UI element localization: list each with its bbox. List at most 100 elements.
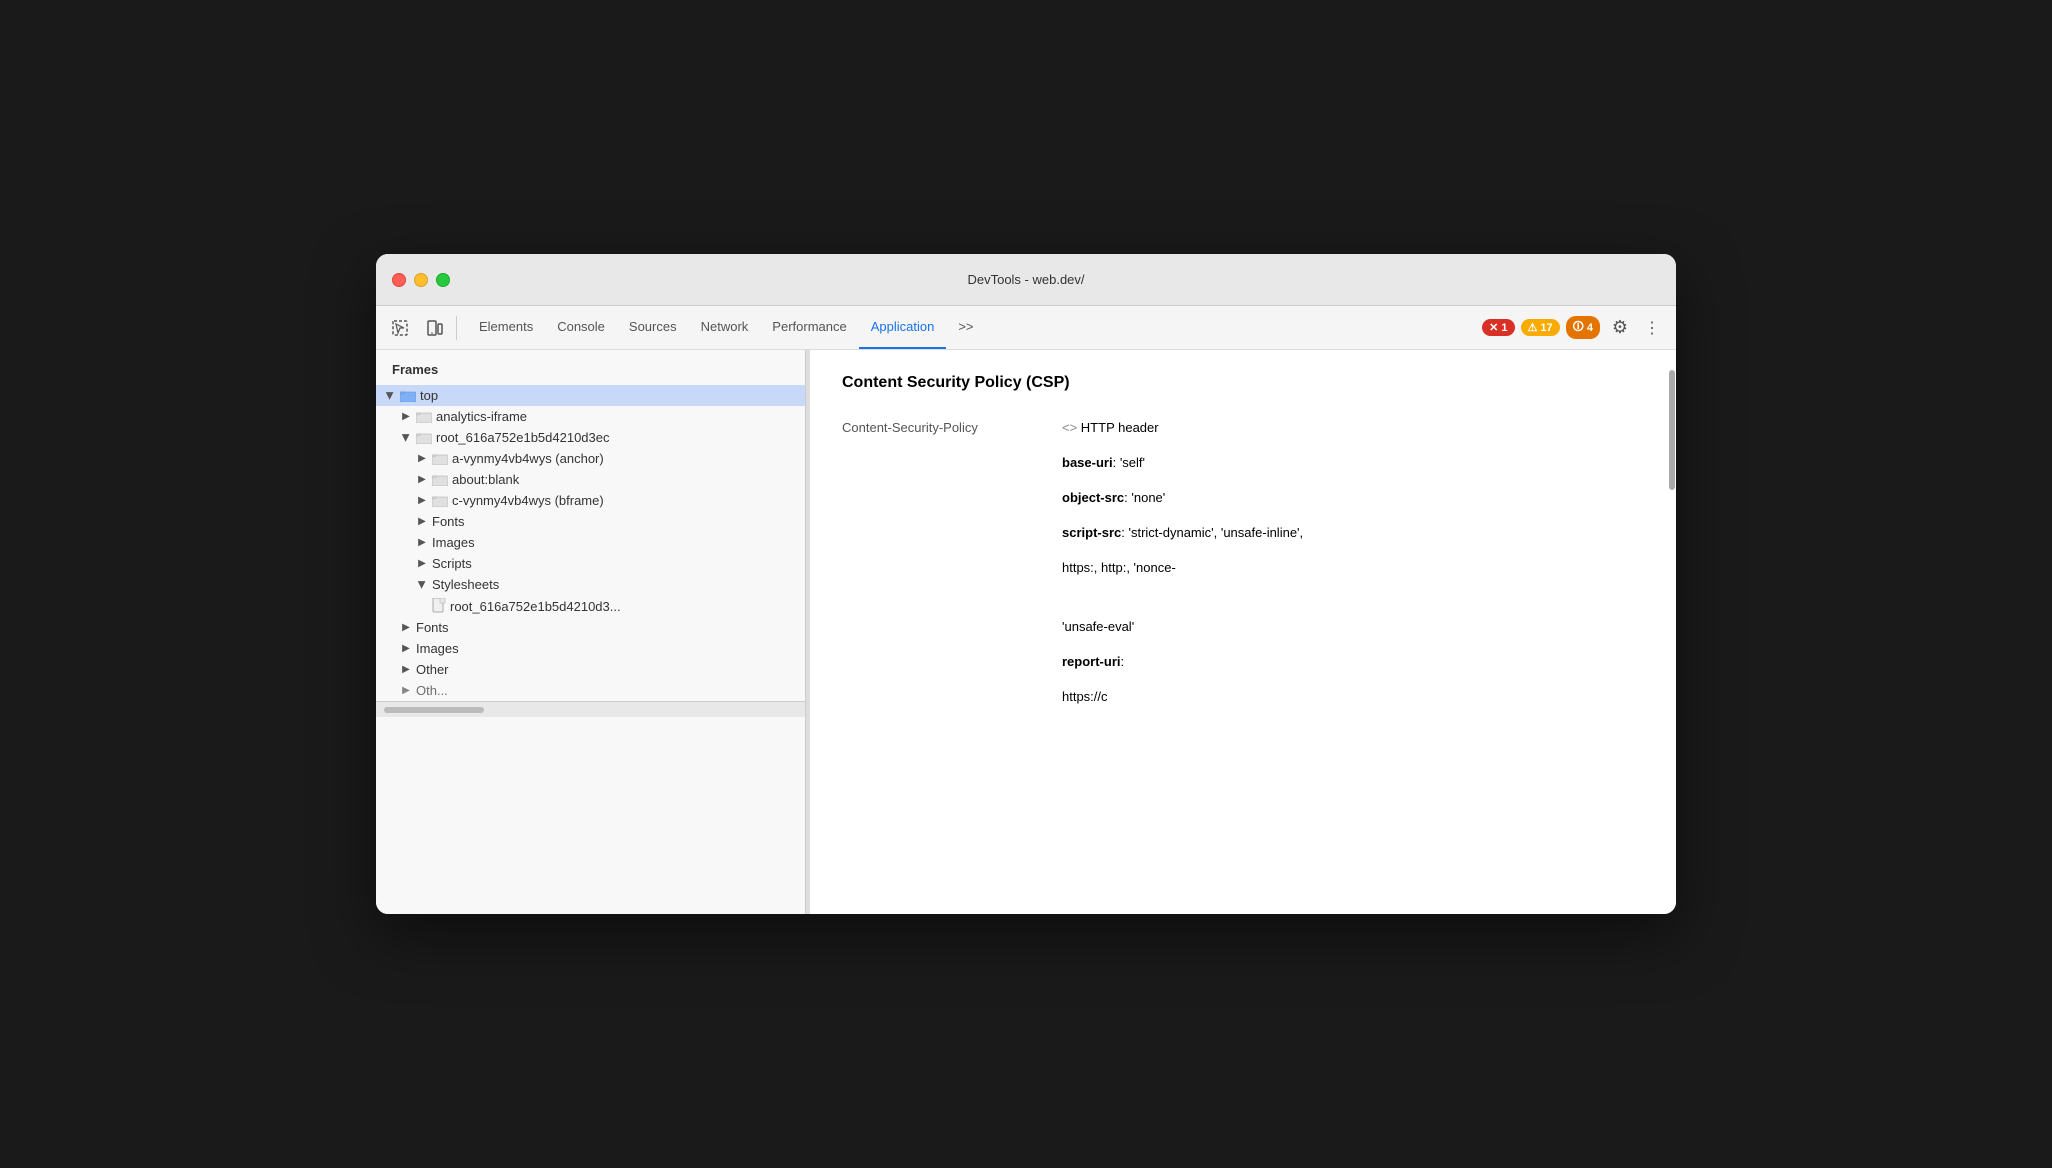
sidebar-item-fonts-inner-label: Fonts: [432, 514, 465, 529]
file-icon: [432, 598, 446, 614]
triangle-icon: ▶: [400, 685, 412, 697]
titlebar: DevTools - web.dev/: [376, 254, 1676, 306]
info-count: 4: [1587, 322, 1593, 334]
sidebar-item-other2-label: Oth...: [416, 683, 448, 698]
csp-title: Content Security Policy (CSP): [842, 374, 1644, 392]
tab-performance[interactable]: Performance: [760, 306, 858, 349]
object-src-key: object-src: [1062, 490, 1124, 505]
sidebar-item-root-file-label: root_616a752e1b5d4210d3...: [450, 599, 621, 614]
warning-badge[interactable]: ⚠ 17: [1521, 319, 1560, 336]
sidebar-item-fonts-inner[interactable]: ▶ Fonts: [376, 511, 805, 532]
sidebar-item-images-outer-label: Images: [416, 641, 459, 656]
main-area: Frames ▶ top ▶ analytics-iframe: [376, 350, 1676, 914]
csp-table: Content-Security-Policy <> HTTP header b…: [842, 416, 1644, 720]
tab-sources[interactable]: Sources: [617, 306, 689, 349]
sidebar-item-scripts-inner[interactable]: ▶ Scripts: [376, 553, 805, 574]
folder-icon: [432, 474, 448, 486]
folder-icon: [416, 432, 432, 444]
sidebar-item-about-blank[interactable]: ▶ about:blank: [376, 469, 805, 490]
sidebar-item-fonts-outer[interactable]: ▶ Fonts: [376, 617, 805, 638]
triangle-icon: ▶: [416, 495, 428, 507]
folder-icon: [416, 411, 432, 423]
tab-console[interactable]: Console: [545, 306, 617, 349]
toolbar-divider: [456, 316, 457, 340]
error-badge[interactable]: ✕ 1: [1482, 319, 1514, 336]
horizontal-scrollbar[interactable]: [376, 701, 805, 717]
sidebar-item-analytics-label: analytics-iframe: [436, 409, 527, 424]
sidebar-item-root-file[interactable]: root_616a752e1b5d4210d3...: [376, 595, 805, 617]
sidebar-item-avynmy-label: a-vynmy4vb4wys (anchor): [452, 451, 604, 466]
triangle-icon: ▶: [416, 537, 428, 549]
csp-label-empty-1: [842, 451, 1062, 471]
triangle-icon: ▶: [416, 579, 428, 591]
sidebar-item-top[interactable]: ▶ top: [376, 385, 805, 406]
triangle-icon: ▶: [400, 622, 412, 634]
base-uri-colon: :: [1113, 455, 1120, 470]
inspect-element-button[interactable]: [384, 312, 416, 344]
toolbar: Elements Console Sources Network Perform…: [376, 306, 1676, 350]
triangle-icon: ▶: [416, 474, 428, 486]
sidebar-item-c-vynmy[interactable]: ▶ c-vynmy4vb4wys (bframe): [376, 490, 805, 511]
vertical-scrollbar-thumb[interactable]: [1669, 370, 1675, 490]
sidebar-item-other2[interactable]: ▶ Oth...: [376, 680, 805, 701]
content-pane: Content Security Policy (CSP) Content-Se…: [810, 350, 1676, 914]
settings-button[interactable]: ⚙: [1606, 314, 1634, 342]
base-uri-key: base-uri: [1062, 455, 1113, 470]
csp-value-https: https:, http:, 'nonce-: [1062, 556, 1644, 591]
more-button[interactable]: ⋮: [1640, 314, 1664, 342]
info-icon: 🛈: [1573, 318, 1584, 337]
sidebar-item-other[interactable]: ▶ Other: [376, 659, 805, 680]
http-header-tag: <>: [1062, 420, 1081, 435]
device-toggle-button[interactable]: [418, 312, 450, 344]
sidebar-item-analytics-iframe[interactable]: ▶ analytics-iframe: [376, 406, 805, 427]
tab-elements[interactable]: Elements: [467, 306, 545, 349]
folder-icon: [432, 453, 448, 465]
tab-network[interactable]: Network: [689, 306, 761, 349]
triangle-icon: ▶: [416, 558, 428, 570]
sidebar-item-images-inner-label: Images: [432, 535, 475, 550]
triangle-icon: ▶: [400, 664, 412, 676]
csp-value-object-src: object-src: 'none': [1062, 486, 1644, 521]
sidebar-item-images-inner[interactable]: ▶ Images: [376, 532, 805, 553]
csp-value-report-uri: report-uri:: [1062, 650, 1644, 685]
sidebar-item-about-blank-label: about:blank: [452, 472, 519, 487]
window-title: DevTools - web.dev/: [967, 272, 1084, 287]
csp-label-empty-5: [842, 591, 1062, 611]
csp-label-empty-3: [842, 521, 1062, 541]
triangle-icon: ▶: [400, 432, 412, 444]
traffic-lights: [392, 273, 450, 287]
csp-value-header: <> HTTP header: [1062, 416, 1644, 451]
triangle-icon: ▶: [400, 643, 412, 655]
sidebar-item-cvynmy-label: c-vynmy4vb4wys (bframe): [452, 493, 604, 508]
sidebar-item-stylesheets[interactable]: ▶ Stylesheets: [376, 574, 805, 595]
sidebar-item-images-outer[interactable]: ▶ Images: [376, 638, 805, 659]
csp-label-empty-8: [842, 685, 1062, 705]
info-badge[interactable]: 🛈 4: [1566, 316, 1600, 339]
csp-label-empty-2: [842, 486, 1062, 506]
sidebar-item-other-label: Other: [416, 662, 449, 677]
folder-icon: [432, 495, 448, 507]
sidebar-item-top-label: top: [420, 388, 438, 403]
triangle-icon: ▶: [416, 453, 428, 465]
close-button[interactable]: [392, 273, 406, 287]
triangle-icon: ▶: [400, 411, 412, 423]
csp-label-empty-6: [842, 615, 1062, 635]
csp-value-empty: [1062, 591, 1644, 615]
sidebar-item-root-frame[interactable]: ▶ root_616a752e1b5d4210d3ec: [376, 427, 805, 448]
sidebar-item-a-vynmy[interactable]: ▶ a-vynmy4vb4wys (anchor): [376, 448, 805, 469]
tab-more[interactable]: >>: [946, 306, 985, 349]
report-uri-key: report-uri: [1062, 654, 1121, 669]
sidebar-item-root-label: root_616a752e1b5d4210d3ec: [436, 430, 610, 445]
tab-application[interactable]: Application: [859, 306, 947, 349]
csp-label-empty-4: [842, 556, 1062, 576]
object-src-val: 'none': [1131, 490, 1165, 505]
error-icon: ✕: [1489, 321, 1498, 334]
base-uri-val: 'self': [1120, 455, 1145, 470]
scrollbar-thumb[interactable]: [384, 707, 484, 713]
minimize-button[interactable]: [414, 273, 428, 287]
warning-icon: ⚠: [1528, 321, 1538, 334]
maximize-button[interactable]: [436, 273, 450, 287]
sidebar-item-fonts-outer-label: Fonts: [416, 620, 449, 635]
csp-value-base-uri: base-uri: 'self': [1062, 451, 1644, 486]
script-src-key: script-src: [1062, 525, 1121, 540]
